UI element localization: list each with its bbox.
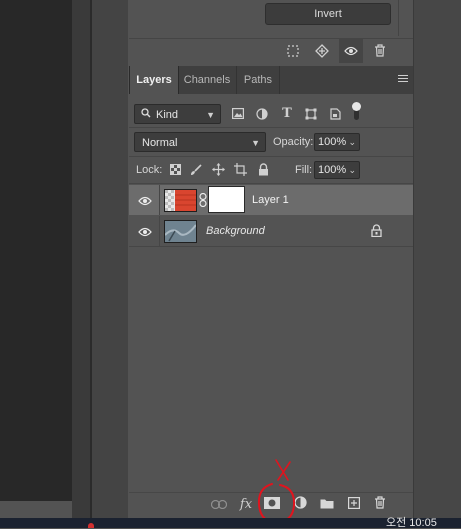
filter-pixel-layers-icon[interactable] <box>228 103 248 125</box>
filter-kind-dropdown[interactable]: Kind ▼ <box>134 104 221 124</box>
layer-row-background[interactable]: Background <box>129 216 413 246</box>
mask-link-chain-icon[interactable] <box>199 192 207 208</box>
taskbar-clock[interactable]: 오전 10:05 <box>386 517 437 529</box>
blend-mode-dropdown[interactable]: Normal ▼ <box>134 132 266 152</box>
divider <box>398 0 399 36</box>
opacity-field[interactable]: 100% ⌄ <box>314 133 360 151</box>
layer-thumbnail[interactable] <box>164 189 197 212</box>
taskbar-app-icon[interactable] <box>88 523 94 528</box>
layer-name[interactable]: Background <box>206 225 265 237</box>
lock-image-pixels-brush-icon[interactable] <box>187 159 205 181</box>
layer-name[interactable]: Layer 1 <box>252 194 289 206</box>
trash-icon[interactable] <box>370 40 390 62</box>
collapsed-panel-column <box>92 0 128 518</box>
delete-layer-trash-icon[interactable] <box>370 496 390 514</box>
filter-toggle-switch[interactable] <box>352 102 361 122</box>
lock-position-move-icon[interactable] <box>209 159 227 181</box>
link-layers-icon[interactable] <box>209 496 229 514</box>
tab-paths[interactable]: Paths <box>237 66 280 94</box>
filter-adjustment-layers-icon[interactable] <box>252 103 272 125</box>
lock-artboard-crop-icon[interactable] <box>231 159 249 181</box>
layer-visibility-toggle[interactable] <box>129 185 160 215</box>
layer-thumbnail[interactable] <box>164 220 197 243</box>
tab-channels[interactable]: Channels <box>178 66 237 94</box>
layer-locked-icon[interactable] <box>371 224 382 240</box>
lock-all-icon[interactable] <box>254 159 272 181</box>
chevron-down-icon[interactable]: ⌄ <box>348 134 356 151</box>
blend-mode-value: Normal <box>142 137 178 149</box>
chevron-down-icon: ▼ <box>251 138 260 148</box>
filter-kind-label: Kind <box>156 109 179 121</box>
divider <box>129 246 413 247</box>
fill-value: 100% <box>318 164 347 176</box>
layers-panel <box>129 94 413 492</box>
fill-field[interactable]: 100% ⌄ <box>314 161 360 179</box>
eye-icon <box>138 196 152 206</box>
panel-dock-edge <box>414 0 461 518</box>
opacity-value: 100% <box>318 136 347 148</box>
lock-label: Lock: <box>136 164 163 176</box>
divider <box>129 38 413 39</box>
new-layer-icon[interactable] <box>344 496 364 514</box>
filter-type-layers-icon[interactable]: T <box>277 103 297 125</box>
lock-transparent-pixels-icon[interactable] <box>166 159 184 181</box>
chevron-down-icon[interactable]: ⌄ <box>348 162 356 179</box>
selection-dotted-icon[interactable] <box>283 40 303 62</box>
divider <box>129 183 413 184</box>
load-selection-icon[interactable] <box>311 40 333 62</box>
layer-visibility-toggle[interactable] <box>129 216 160 246</box>
eye-icon <box>138 227 152 237</box>
filter-shape-layers-icon[interactable] <box>301 103 321 125</box>
document-canvas-area <box>0 0 72 501</box>
invert-button[interactable]: Invert <box>265 3 391 25</box>
layer-mask-thumbnail[interactable] <box>208 186 245 213</box>
divider <box>129 127 413 128</box>
pasteboard-strip <box>72 0 90 518</box>
chevron-down-icon: ▼ <box>206 110 215 120</box>
fill-label: Fill: <box>295 164 313 176</box>
panel-menu-icon[interactable] <box>396 73 410 84</box>
search-icon <box>141 105 151 125</box>
layer-row-layer-1[interactable]: Layer 1 <box>129 185 413 215</box>
visibility-eye-icon[interactable] <box>339 39 363 63</box>
tab-layers[interactable]: Layers <box>129 66 179 94</box>
divider <box>129 156 413 157</box>
new-group-folder-icon[interactable] <box>317 496 337 514</box>
opacity-label: Opacity: <box>273 136 314 148</box>
filter-smart-objects-icon[interactable] <box>325 103 345 125</box>
